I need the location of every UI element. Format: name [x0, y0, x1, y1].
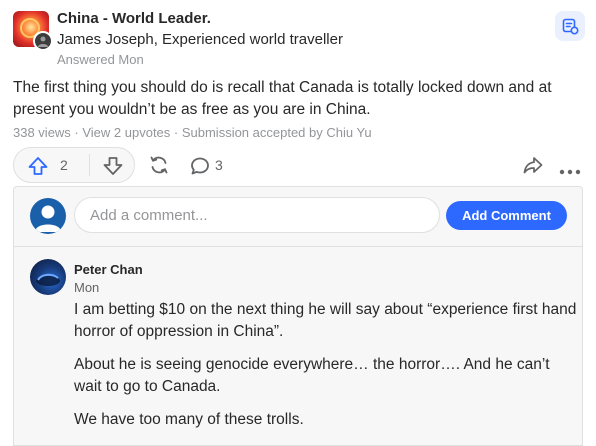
reshare-button[interactable] — [148, 154, 170, 181]
answer-stats[interactable]: 338 views · View 2 upvotes · Submission … — [13, 125, 372, 140]
notes-button[interactable] — [555, 11, 585, 41]
space-title[interactable]: China - World Leader. — [57, 10, 211, 27]
share-button[interactable] — [522, 154, 544, 181]
reshare-icon — [150, 156, 168, 174]
commenter-avatar[interactable] — [30, 259, 66, 295]
comment-button[interactable] — [189, 155, 211, 182]
comment-time[interactable]: Mon — [74, 280, 99, 295]
current-user-avatar[interactable] — [30, 198, 66, 234]
author-credential[interactable]: James Joseph, Experienced world travelle… — [57, 31, 343, 48]
more-options-button[interactable] — [559, 162, 581, 180]
comment-paragraph: I am betting $10 on the next thing he wi… — [74, 301, 577, 340]
add-comment-button[interactable]: Add Comment — [446, 201, 567, 230]
more-icon — [559, 169, 581, 175]
author-avatar[interactable] — [33, 31, 53, 51]
upvote-icon — [28, 157, 48, 175]
comment-count: 3 — [215, 157, 223, 173]
comment-icon — [191, 157, 209, 175]
answer-body: The first thing you should do is recall … — [13, 79, 552, 118]
notes-icon — [562, 18, 579, 35]
upvote-count: 2 — [60, 157, 68, 173]
vote-divider — [89, 154, 90, 176]
downvote-button[interactable] — [102, 155, 124, 182]
panel-divider — [14, 246, 582, 247]
comment-paragraph: We have too many of these trolls. — [74, 411, 304, 428]
upvote-button[interactable] — [27, 155, 49, 182]
share-icon — [523, 157, 543, 174]
answered-date[interactable]: Answered Mon — [57, 52, 144, 67]
comment-paragraph: About he is seeing genocide everywhere… … — [74, 356, 550, 395]
commenter-name[interactable]: Peter Chan — [74, 262, 143, 277]
comment-body: I am betting $10 on the next thing he wi… — [74, 299, 579, 442]
comment-input[interactable] — [74, 197, 440, 233]
downvote-icon — [103, 157, 123, 175]
